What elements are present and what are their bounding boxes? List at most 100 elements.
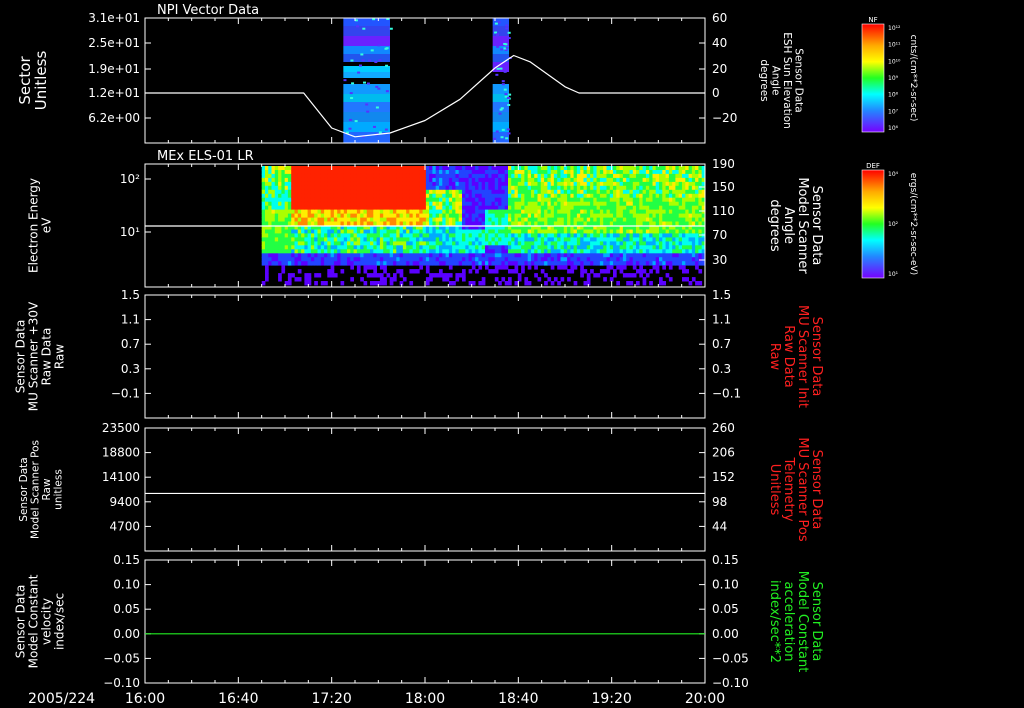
spectrogram-cell — [547, 237, 552, 242]
spectrogram-cell — [287, 181, 292, 187]
spectrogram-cell — [422, 233, 427, 238]
spectrogram-cell — [455, 237, 460, 242]
spectrogram-cell — [632, 249, 637, 254]
spectrogram-cell — [383, 249, 387, 254]
spectrogram-cell — [268, 193, 272, 199]
spectrogram-cell — [294, 245, 299, 250]
spectrogram-cell — [376, 245, 381, 250]
spectrogram-cell — [590, 233, 594, 238]
spectrogram-cell — [596, 237, 601, 242]
spectrogram-cell — [537, 237, 542, 242]
spectrogram-cell — [366, 217, 371, 222]
spectrogram-cell — [376, 249, 381, 254]
spectrogram-cell — [616, 185, 620, 191]
spectrogram-cell — [337, 166, 341, 171]
spectrogram-cell — [494, 22, 498, 25]
spectrogram-cell — [310, 237, 315, 242]
spectrogram-cell — [265, 237, 269, 242]
spectrogram-cell — [563, 257, 568, 262]
spectrogram-cell — [287, 277, 292, 282]
spectrogram-cell — [458, 233, 463, 238]
spectrogram-cell — [419, 166, 423, 171]
spectrogram-cell — [399, 205, 404, 211]
spectrogram-cell — [416, 205, 420, 211]
spectrogram-cell — [435, 209, 440, 214]
spectrogram-cell — [494, 209, 499, 214]
spectrogram-cell — [481, 233, 486, 238]
spectrogram-cell — [465, 181, 469, 187]
spectrogram-cell — [645, 209, 650, 214]
spectrogram-cell — [622, 181, 627, 187]
spectrogram-cell — [613, 181, 617, 187]
spectrogram-cell — [603, 249, 607, 254]
spectrogram-cell — [659, 237, 663, 242]
spectrogram-cell — [685, 166, 689, 171]
spectrogram-cell — [500, 136, 504, 139]
spectrogram-cell — [383, 177, 387, 183]
spectrogram-cell — [439, 253, 443, 258]
spectrogram-cell — [307, 273, 312, 278]
spectrogram-cell — [496, 67, 500, 70]
spectrogram-cell — [494, 185, 499, 191]
spectrogram-cell — [429, 233, 433, 238]
spectrogram-cell — [537, 253, 542, 258]
spectrogram-cell — [619, 189, 624, 195]
spectrogram-cell — [287, 201, 292, 207]
spectrogram-cell — [278, 201, 282, 207]
spectrogram-cell — [508, 253, 512, 258]
spectrogram-cell — [504, 201, 509, 207]
spectrogram-cell — [583, 197, 588, 203]
spectrogram-cell — [333, 273, 338, 278]
spectrogram-cell — [560, 245, 565, 250]
spectrogram-cell — [356, 265, 361, 270]
spectrogram-cell — [599, 229, 604, 234]
spectrogram-cell — [563, 193, 568, 199]
spectrogram-cell — [294, 221, 299, 226]
spectrogram-cell — [475, 261, 479, 266]
spectrogram-cell — [386, 273, 391, 278]
spectrogram-cell — [370, 249, 374, 254]
spectrogram-cell — [297, 277, 302, 282]
spectrogram-cell — [698, 229, 703, 234]
spectrogram-cell — [629, 253, 634, 258]
y-tick-label-right: 206 — [712, 446, 735, 460]
spectrogram-cell — [645, 233, 650, 238]
spectrogram-cell — [550, 241, 555, 246]
spectrogram-cell — [659, 229, 663, 234]
spectrogram-cell — [402, 181, 407, 187]
spectrogram-cell — [448, 217, 453, 222]
spectrogram-cell — [553, 181, 558, 187]
spectrogram-cell — [665, 173, 670, 179]
spectrogram-cell — [406, 213, 410, 218]
spectrogram-cell — [662, 237, 666, 242]
spectrogram-cell — [691, 170, 696, 175]
spectrogram-cell — [629, 177, 634, 183]
spectrogram-cell — [429, 201, 433, 207]
spectrogram-cell — [327, 273, 331, 278]
y-axis-title-right: degrees — [767, 199, 782, 252]
spectrogram-cell — [416, 166, 420, 171]
spectrogram-cell — [488, 205, 492, 211]
spectrogram-cell — [429, 221, 433, 226]
spectrogram-cell — [567, 233, 571, 238]
spectrogram-cell — [310, 205, 315, 211]
spectrogram-cell — [580, 273, 584, 278]
spectrogram-cell — [297, 181, 302, 187]
spectrogram-cell — [452, 253, 456, 258]
spectrogram-cell — [504, 261, 509, 266]
spectrogram-cell — [317, 213, 322, 218]
spectrogram-cell — [698, 177, 703, 183]
spectrogram-cell — [324, 281, 328, 286]
spectrogram-cell — [291, 249, 295, 254]
spectrogram-cell — [356, 213, 361, 218]
spectrogram-cell — [386, 221, 391, 226]
spectrogram-cell — [409, 193, 414, 199]
spectrogram-cell — [350, 59, 354, 62]
spectrogram-cell — [343, 66, 390, 72]
spectrogram-cell — [573, 205, 578, 211]
spectrogram-cell — [557, 281, 561, 286]
spectrogram-cell — [402, 173, 407, 179]
spectrogram-cell — [452, 233, 456, 238]
spectrogram-cell — [448, 281, 453, 286]
spectrogram-cell — [580, 209, 584, 214]
